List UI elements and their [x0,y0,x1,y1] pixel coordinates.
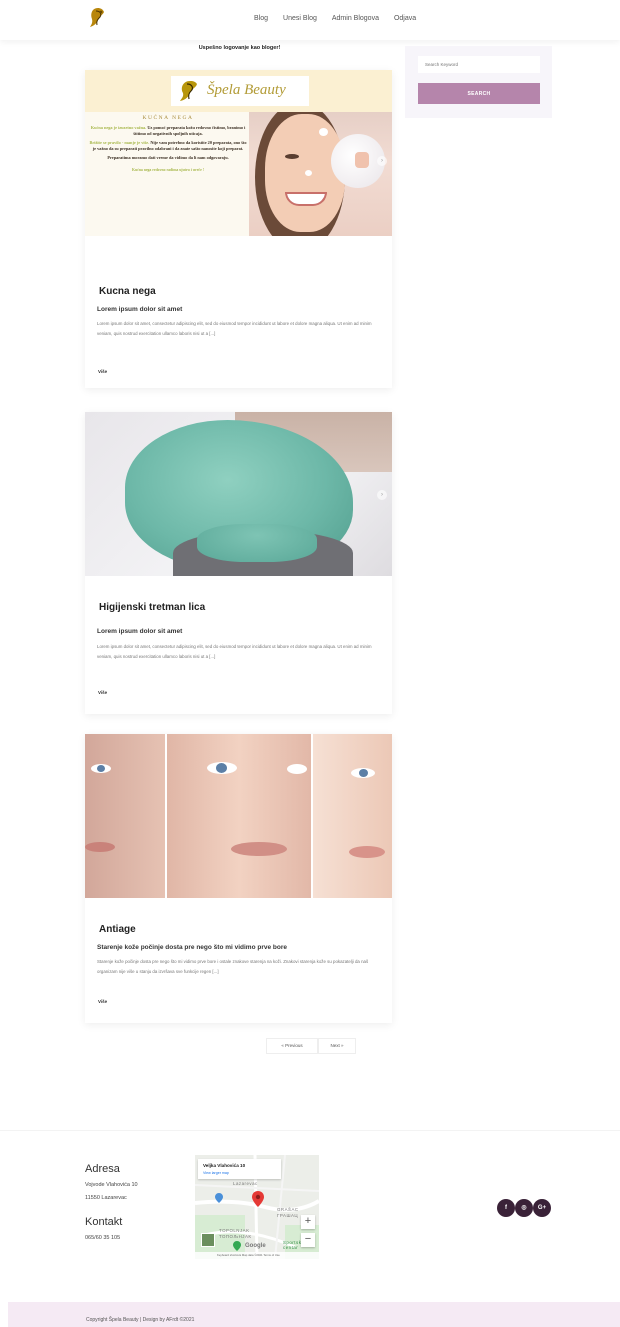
map-label: TOPOLNJAK [219,1228,250,1233]
eye-shape [287,764,307,774]
nav-unesi-blog[interactable]: Unesi Blog [283,15,317,22]
post-excerpt: Lorem ipsum dolor sit amet, consectetur … [97,644,372,659]
brand-logo-icon [180,81,197,101]
sidebar-search: SEARCH [405,46,552,118]
face-panel-left [85,734,165,898]
post-image [85,734,392,898]
contact-heading: Kontakt [85,1216,123,1228]
read-more-link[interactable]: Više [98,690,107,695]
brand-box: Špela Beauty [171,76,309,106]
nav-odjava[interactable]: Odjava [394,15,416,22]
phone-number: 065/60 35 105 [85,1235,121,1241]
logo-icon[interactable] [88,7,108,29]
post-card: Antiage Starenje kože počinje dosta pre … [85,734,392,1023]
lips-shape [231,842,287,856]
site-header: Blog Unesi Blog Admin Blogova Odjava [0,0,620,40]
login-success-message: Uspešno logovanje kao bloger! [198,45,281,51]
lips-shape [349,846,385,858]
banner-para-1: Kućna nega je izuzetno važna. Uz pomoć p… [90,125,246,136]
search-input[interactable] [418,56,540,73]
address-heading: Adresa [85,1163,120,1175]
map-place-icon[interactable] [233,1241,241,1251]
instagram-icon[interactable]: ◎ [515,1199,533,1217]
post-excerpt: Starenje kože počinje dosta pre nego što… [97,959,369,974]
banner-para-2: Brižite se pravilo - manje je više. Nije… [89,140,247,151]
search-button[interactable]: SEARCH [418,83,540,104]
nav-admin-blogova[interactable]: Admin Blogova [332,15,379,22]
map-label: Lazarevac [233,1181,258,1186]
pagination: « Previous Next » [266,1038,356,1054]
post-image: Špela Beauty KUĆNA NEGA Kućna nega je iz… [85,70,392,236]
previous-page-button[interactable]: « Previous [266,1038,318,1054]
face-panel-center [167,734,311,898]
address-line-2: 11550 Lazarevac [85,1195,127,1201]
post-subtitle: Lorem ipsum dolor sit amet [97,628,183,635]
map-satellite-thumbnail[interactable] [201,1233,215,1247]
slider-next-icon[interactable]: › [377,490,387,500]
banner-strip: Špela Beauty [85,70,392,112]
post-image: › [85,412,392,576]
post-excerpt: Lorem ipsum dolor sit amet, consectetur … [97,321,372,336]
slider-next-icon[interactable]: › [377,156,387,166]
iris-shape [97,765,105,772]
face-panel-right [313,734,392,898]
map-place-icon[interactable] [215,1193,223,1203]
post-card: › Higijenski tretman lica Lorem ipsum do… [85,412,392,714]
post-card: Špela Beauty KUĆNA NEGA Kućna nega je iz… [85,70,392,388]
google-plus-icon[interactable]: G+ [533,1199,551,1217]
address-line-1: Vojvode Vlahovića 10 [85,1182,138,1188]
lips-shape [85,842,115,852]
post-subtitle: Starenje kože počinje dosta pre nego što… [97,944,287,951]
fingers [355,152,369,168]
iris-shape [216,763,227,773]
copyright-text: Copyright Špela Beauty | Design by AFrdt… [86,1317,195,1323]
mask-chin [197,524,317,562]
cream-dot [305,170,312,176]
view-larger-map-link[interactable]: View larger map [203,1171,229,1175]
banner-para-4: Kućna nega redovno radima ujutru i uveče… [132,168,204,172]
eye-shape [285,154,299,159]
iris-shape [359,769,368,777]
main-nav: Blog Unesi Blog Admin Blogova Odjava [254,15,416,22]
post-title[interactable]: Higijenski tretman lica [99,602,205,613]
face-cream-photo [249,112,392,236]
read-more-link[interactable]: Više [98,999,107,1004]
banner-text: KUĆNA NEGA Kućna nega je izuzetno važna.… [89,115,247,173]
zoom-in-icon[interactable]: + [301,1215,315,1229]
read-more-link[interactable]: Više [98,369,107,374]
banner-heading: KUĆNA NEGA [142,115,194,121]
zoom-out-icon[interactable]: − [301,1233,315,1247]
map-address: Veljka Vlahovića 10 [203,1163,246,1168]
next-page-button[interactable]: Next » [318,1038,356,1054]
post-title[interactable]: Antiage [99,924,136,935]
nav-blog[interactable]: Blog [254,15,268,22]
brand-name: Špela Beauty [207,82,286,98]
copyright-bar: Copyright Špela Beauty | Design by AFrdt… [8,1302,620,1327]
banner-para-3: Preparatima moramo dati vreme da vidimo … [107,155,229,160]
post-subtitle: Lorem ipsum dolor sit amet [97,306,183,313]
map-info-card: Veljka Vlahovića 10 View larger map [198,1159,281,1179]
google-map[interactable]: Veljka Vlahovića 10 View larger map Laza… [195,1155,319,1259]
google-logo: Google [245,1243,266,1249]
cream-dot [319,128,328,136]
footer-divider [0,1130,620,1131]
map-pin-icon[interactable] [252,1191,264,1207]
map-label: ТОПОЉНЈАК [219,1234,252,1239]
map-attribution: Keyboard shortcuts Map data ©2021 Terms … [195,1252,319,1259]
facebook-icon[interactable]: f [497,1199,515,1217]
map-label: GRAŠAC [277,1207,299,1212]
post-title[interactable]: Kucna nega [99,286,156,297]
map-label: ГРАШАЦ [277,1213,299,1218]
